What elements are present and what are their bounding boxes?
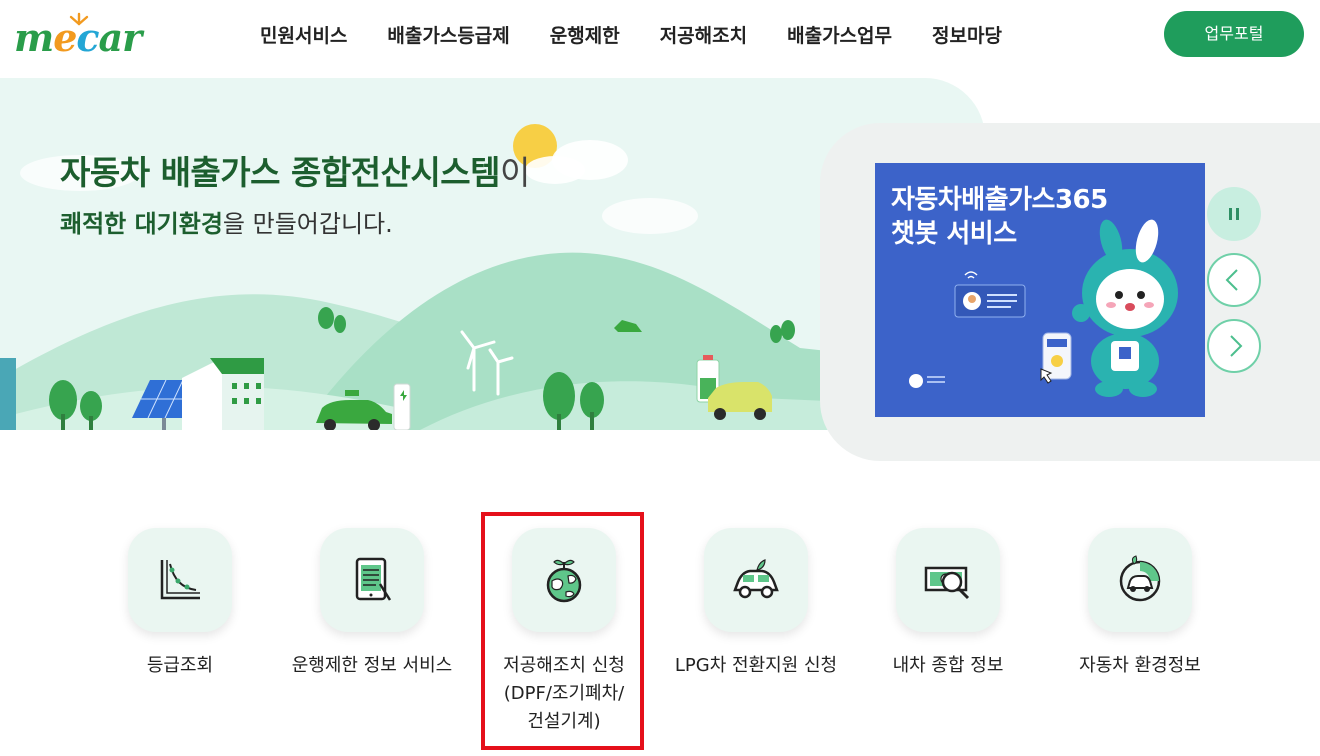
chevron-right-icon	[1230, 335, 1243, 357]
quick-item-car-environment-info[interactable]: 자동차 환경정보	[1050, 528, 1230, 748]
quick-label: 운행제한 정보 서비스	[291, 655, 453, 676]
graph-icon	[160, 560, 200, 600]
page: mecar 민원서비스 배출가스등급제 운행제한 저공해조치 배출가스업무 정보…	[0, 0, 1320, 756]
main-nav: 민원서비스 배출가스등급제 운행제한 저공해조치 배출가스업무 정보마당	[240, 18, 1022, 54]
slider-next-button[interactable]	[1207, 319, 1261, 373]
earth-sprout-icon	[546, 559, 582, 603]
car-leaf-icon	[1119, 555, 1161, 602]
nav-emission-grade[interactable]: 배출가스등급제	[367, 18, 529, 54]
slider-pause-button[interactable]	[1207, 187, 1261, 241]
quick-icon-box	[320, 528, 424, 632]
quick-icon-box	[512, 528, 616, 632]
hero-title: 자동차 배출가스 종합전산시스템이	[60, 153, 530, 192]
money-search-icon	[924, 566, 970, 600]
eco-car-icon	[733, 559, 779, 599]
hero-subtitle: 쾌적한 대기환경을 만들어갑니다.	[60, 210, 393, 238]
quick-label: 등급조회	[146, 655, 214, 676]
quick-icon-box	[704, 528, 808, 632]
quick-icon-box	[128, 528, 232, 632]
nav-driving-restriction[interactable]: 운행제한	[530, 18, 640, 54]
quick-label: 자동차 환경정보	[1079, 655, 1201, 676]
quick-label: LPG차 전환지원 신청	[674, 655, 838, 676]
logo-sun-icon	[69, 12, 89, 26]
work-portal-button[interactable]: 업무포털	[1164, 11, 1304, 57]
pause-icon	[1229, 208, 1239, 220]
tablet-checklist-icon	[355, 557, 392, 601]
nav-low-emission-measure[interactable]: 저공해조치	[640, 18, 767, 54]
slider-prev-button[interactable]	[1207, 253, 1261, 307]
quick-icon-box	[1088, 528, 1192, 632]
chatbot-banner[interactable]: 자동차배출가스365 챗봇 서비스	[875, 163, 1205, 417]
quick-label: 내차 종합 정보	[892, 655, 1004, 676]
quick-label: 저공해조치 신청 (DPF/조기폐차/ 건설기계)	[503, 655, 625, 732]
quick-item-my-car-info[interactable]: 내차 종합 정보	[858, 528, 1038, 748]
chevron-left-icon	[1225, 269, 1238, 291]
quick-item-low-emission-apply[interactable]: 저공해조치 신청 (DPF/조기폐차/ 건설기계)	[474, 528, 654, 748]
nav-emission-work[interactable]: 배출가스업무	[767, 18, 912, 54]
nav-civil-service[interactable]: 민원서비스	[240, 18, 367, 54]
quick-item-grade-check[interactable]: 등급조회	[90, 528, 270, 748]
banner-title: 자동차배출가스365 챗봇 서비스	[891, 185, 1108, 249]
mecar-logo[interactable]: mecar	[14, 12, 164, 60]
quick-icon-box	[896, 528, 1000, 632]
nav-info-board[interactable]: 정보마당	[912, 18, 1022, 54]
quick-item-restriction-info[interactable]: 운행제한 정보 서비스	[282, 528, 462, 748]
site-header: mecar 민원서비스 배출가스등급제 운행제한 저공해조치 배출가스업무 정보…	[0, 0, 1320, 78]
quick-services: 등급조회 운행제한 정보 서비스 저공해조치 신청 (DPF/조기폐차/ 건설기…	[0, 500, 1320, 756]
quick-item-lpg-conversion[interactable]: LPG차 전환지원 신청	[666, 528, 846, 748]
